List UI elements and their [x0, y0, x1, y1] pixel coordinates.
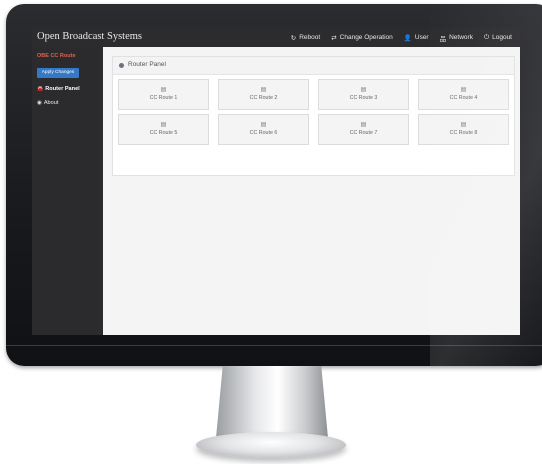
sidebar-title: OBE CC Route — [37, 53, 76, 59]
sidebar-item-router-panel[interactable]: 🚘 Router Panel — [37, 86, 80, 92]
user-icon: 👤 — [403, 34, 412, 42]
monitor-stand-base — [196, 432, 346, 458]
route-label: CC Route 8 — [449, 130, 478, 136]
server-icon: ▤ — [260, 87, 267, 93]
route-label: CC Route 7 — [349, 130, 378, 136]
route-label: CC Route 6 — [249, 130, 278, 136]
nav-network-button[interactable]: 品 Network — [440, 33, 473, 43]
nav-logout-button[interactable]: ⏻ Logout — [484, 34, 512, 42]
apply-changes-button[interactable]: Apply Changes — [37, 68, 79, 78]
nav-change-operation-button[interactable]: ⇄ Change Operation — [331, 34, 393, 42]
route-label: CC Route 1 — [149, 95, 178, 101]
route-label: CC Route 2 — [249, 95, 278, 101]
main-content: Router Panel ▤ CC Route 1 ▤ CC Route 2 ▤… — [103, 47, 520, 335]
switch-arrows-icon: ⇄ — [331, 34, 337, 42]
server-icon: ▤ — [260, 122, 267, 128]
route-button-4[interactable]: ▤ CC Route 4 — [418, 79, 509, 110]
panel-title: Router Panel — [128, 61, 166, 68]
route-button-6[interactable]: ▤ CC Route 6 — [218, 114, 309, 145]
nav-reboot-button[interactable]: ↻ Reboot — [291, 34, 320, 42]
route-button-2[interactable]: ▤ CC Route 2 — [218, 79, 309, 110]
circle-icon — [119, 63, 124, 68]
route-label: CC Route 5 — [149, 130, 178, 136]
route-button-7[interactable]: ▤ CC Route 7 — [318, 114, 409, 145]
sidebar: OBE CC Route Apply Changes 🚘 Router Pane… — [32, 47, 103, 335]
nav-user-button[interactable]: 👤 User — [404, 34, 429, 42]
route-button-8[interactable]: ▤ CC Route 8 — [418, 114, 509, 145]
network-icon: 品 — [439, 35, 447, 43]
route-button-1[interactable]: ▤ CC Route 1 — [118, 79, 209, 110]
route-label: CC Route 4 — [449, 95, 478, 101]
nav-change-operation-label: Change Operation — [339, 34, 393, 41]
server-icon: ▤ — [360, 87, 367, 93]
route-button-5[interactable]: ▤ CC Route 5 — [118, 114, 209, 145]
car-icon: 🚘 — [37, 86, 44, 92]
nav-logout-label: Logout — [492, 34, 512, 41]
navbar-menu: ↻ Reboot ⇄ Change Operation 👤 User 品 Net… — [291, 28, 512, 47]
server-icon: ▤ — [160, 122, 167, 128]
refresh-icon: ↻ — [290, 34, 297, 42]
nav-network-label: Network — [449, 34, 473, 41]
server-icon: ▤ — [160, 87, 167, 93]
panel-header: Router Panel — [113, 57, 514, 75]
power-icon: ⏻ — [483, 33, 490, 41]
server-icon: ▤ — [460, 122, 467, 128]
nav-reboot-label: Reboot — [299, 34, 321, 41]
globe-icon: ◉ — [37, 100, 42, 106]
router-panel: Router Panel ▤ CC Route 1 ▤ CC Route 2 ▤… — [112, 56, 515, 176]
brand-title[interactable]: Open Broadcast Systems — [37, 31, 142, 42]
route-button-3[interactable]: ▤ CC Route 3 — [318, 79, 409, 110]
monitor-chin-divider — [6, 345, 542, 346]
sidebar-item-label: Router Panel — [45, 86, 80, 92]
server-icon: ▤ — [360, 122, 367, 128]
sidebar-item-about[interactable]: ◉ About — [37, 100, 58, 106]
server-icon: ▤ — [460, 87, 467, 93]
top-navbar: Open Broadcast Systems ↻ Reboot ⇄ Change… — [32, 28, 520, 47]
sidebar-item-label: About — [43, 100, 59, 106]
nav-user-label: User — [414, 34, 429, 41]
monitor-stand-neck — [216, 366, 328, 438]
route-label: CC Route 3 — [349, 95, 378, 101]
app-screen: Open Broadcast Systems ↻ Reboot ⇄ Change… — [32, 28, 520, 335]
